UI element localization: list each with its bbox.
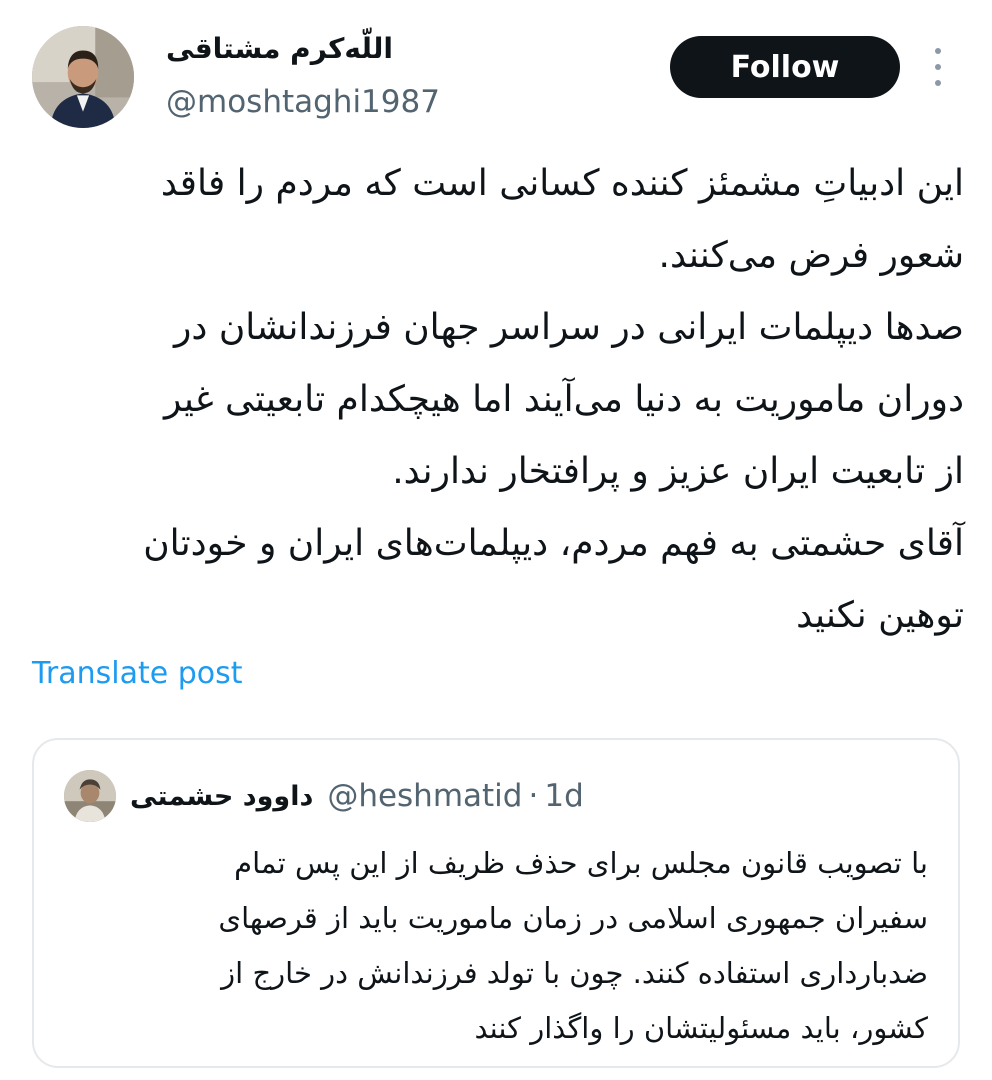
quoted-line: ضدبارداری استفاده کنند. چون با تولد فرزن… [221, 956, 928, 990]
quoted-post-meta: @heshmatid · 1d [327, 778, 583, 814]
post-line: توهین نکنید [796, 595, 964, 636]
dot [935, 64, 941, 70]
translate-post-link[interactable]: Translate post [32, 656, 243, 691]
tweet-view: اللّه‌کرم مشتاقی @moshtaghi1987 Follow ا… [0, 0, 992, 1080]
author-display-name[interactable]: اللّه‌کرم مشتاقی [166, 32, 393, 65]
post-line: دوران ماموریت به دنیا می‌آیند اما هیچکدا… [163, 379, 964, 420]
more-vertical-icon[interactable] [930, 48, 946, 86]
dot [935, 80, 941, 86]
quoted-line: سفیران جمهوری اسلامی در زمان ماموریت بای… [218, 901, 928, 935]
post-text: این ادبیاتِ مشمئز کننده کسانی است که مرد… [34, 148, 964, 652]
quoted-line: با تصویب قانون مجلس برای حذف ظریف از این… [234, 846, 928, 880]
quoted-author-name[interactable]: داوود حشمتی [130, 781, 313, 812]
post-line: صدها دیپلمات ایرانی در سراسر جهان فرزندا… [174, 307, 964, 348]
quoted-post-header: داوود حشمتی @heshmatid · 1d [64, 770, 584, 822]
author-handle[interactable]: @moshtaghi1987 [166, 84, 440, 120]
post-line: این ادبیاتِ مشمئز کننده کسانی است که مرد… [160, 163, 964, 204]
quoted-post[interactable]: داوود حشمتی @heshmatid · 1d با تصویب قان… [32, 738, 960, 1068]
author-avatar[interactable] [32, 26, 134, 128]
quoted-author-handle[interactable]: @heshmatid [327, 778, 522, 814]
quoted-post-text: با تصویب قانون مجلس برای حذف ظریف از این… [68, 836, 928, 1056]
quoted-line: کشور، باید مسئولیتشان را واگذار کنند [474, 1011, 928, 1045]
post-line: از تابعیت ایران عزیز و پرافتخار ندارند. [392, 451, 964, 492]
profile-photo-icon [32, 26, 134, 128]
post-line: آقای حشمتی به فهم مردم، دیپلمات‌های ایرا… [143, 523, 964, 564]
meta-separator: · [528, 778, 539, 814]
profile-photo-icon [64, 770, 116, 822]
quoted-author-avatar[interactable] [64, 770, 116, 822]
post-line: شعور فرض می‌کنند. [658, 235, 965, 276]
dot [935, 48, 941, 54]
quoted-post-time[interactable]: 1d [544, 778, 583, 814]
follow-button[interactable]: Follow [670, 36, 900, 98]
